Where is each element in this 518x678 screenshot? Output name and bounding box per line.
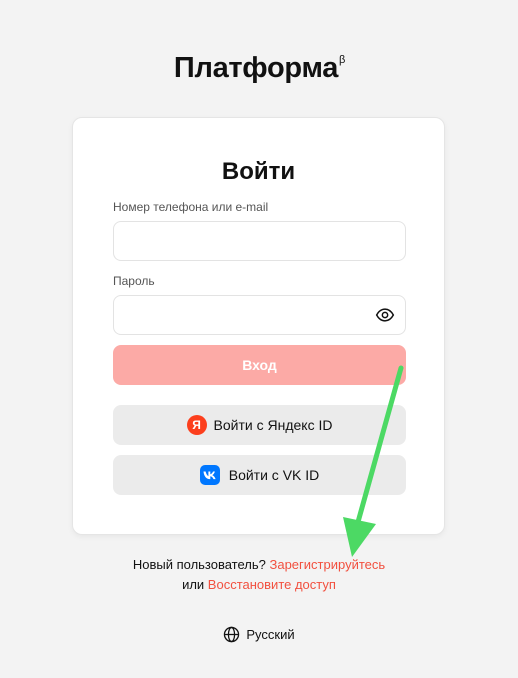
login-page: Платформаβ Войти Номер телефона или e-ma… bbox=[0, 0, 518, 678]
password-input[interactable] bbox=[113, 295, 406, 335]
yandex-login-label: Войти с Яндекс ID bbox=[213, 417, 333, 433]
vk-login-label: Войти с VK ID bbox=[228, 467, 320, 483]
platform-logo: Платформаβ bbox=[0, 52, 518, 85]
vk-login-button[interactable]: Войти с VK ID bbox=[113, 455, 406, 495]
new-user-line: Новый пользователь? Зарегистрируйтесь bbox=[0, 557, 518, 572]
phone-email-label: Номер телефона или e-mail bbox=[113, 200, 269, 214]
login-submit-button[interactable]: Вход bbox=[113, 345, 406, 385]
yandex-login-button[interactable]: Я Войти с Яндекс ID bbox=[113, 405, 406, 445]
restore-access-link[interactable]: Восстановите доступ bbox=[208, 577, 336, 592]
phone-email-input[interactable] bbox=[113, 221, 406, 261]
restore-line: или Восстановите доступ bbox=[0, 577, 518, 592]
language-selector[interactable]: Русский bbox=[0, 626, 518, 643]
yandex-icon: Я bbox=[186, 415, 207, 435]
or-text: или bbox=[182, 577, 205, 592]
password-label: Пароль bbox=[113, 274, 155, 288]
eye-icon[interactable] bbox=[375, 305, 395, 325]
language-label: Русский bbox=[246, 627, 295, 642]
register-link[interactable]: Зарегистрируйтесь bbox=[270, 557, 386, 572]
globe-icon bbox=[224, 626, 240, 643]
vk-icon bbox=[199, 465, 220, 485]
login-card: Войти Номер телефона или e-mail Пароль В… bbox=[72, 117, 445, 535]
new-user-text: Новый пользователь? bbox=[132, 557, 266, 572]
login-title: Войти bbox=[221, 158, 296, 185]
logo-beta-mark: β bbox=[339, 54, 346, 66]
logo-text: Платформа bbox=[173, 52, 339, 84]
